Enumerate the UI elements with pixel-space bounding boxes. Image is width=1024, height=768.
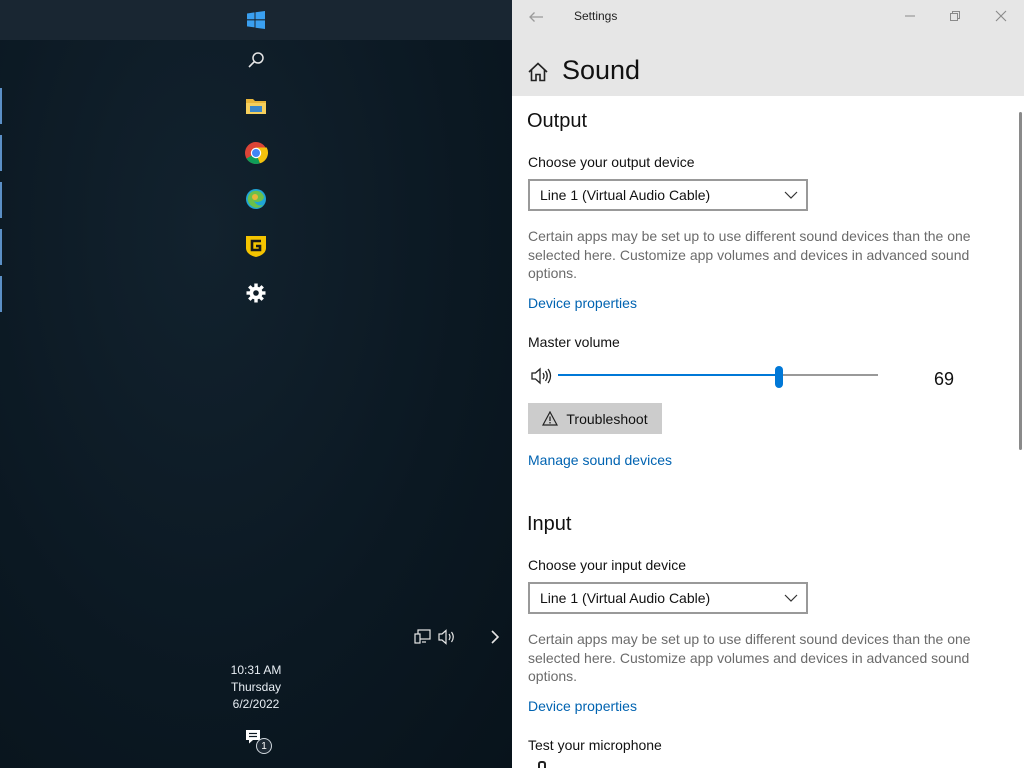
input-heading: Input (527, 513, 572, 535)
master-volume-label: Master volume (528, 334, 620, 350)
troubleshoot-button[interactable]: Troubleshoot (528, 403, 662, 434)
back-arrow-icon (529, 12, 543, 22)
input-description: Certain apps may be set up to use differ… (528, 631, 971, 684)
notification-badge: 1 (256, 738, 272, 754)
chevron-right-icon[interactable] (484, 626, 506, 648)
clock-date: 6/2/2022 (232, 697, 280, 711)
troubleshoot-label: Troubleshoot (566, 410, 648, 427)
restore-icon (950, 11, 960, 21)
close-button[interactable] (986, 6, 1016, 26)
clock-time: 10:31 AM (230, 663, 282, 677)
output-device-value: Line 1 (Virtual Audio Cable) (540, 187, 711, 203)
edge-indicator (0, 88, 2, 124)
volume-value: 69 (934, 369, 955, 389)
test-microphone-label: Test your microphone (528, 737, 662, 753)
network-icon[interactable] (412, 626, 434, 648)
desktop: 10:31 AM Thursday 6/2/2022 1 (0, 0, 512, 768)
edge-indicator (0, 182, 2, 218)
close-icon (995, 10, 1007, 22)
home-icon[interactable] (527, 61, 549, 83)
scrollbar[interactable] (1019, 112, 1022, 450)
output-heading: Output (527, 110, 588, 132)
page-title: Sound (562, 55, 641, 85)
maximize-button[interactable] (940, 6, 970, 26)
edge-indicator (0, 276, 2, 312)
microphone-icon (538, 761, 546, 768)
minimize-button[interactable] (895, 6, 925, 26)
chrome-icon[interactable] (240, 137, 272, 169)
master-volume-slider[interactable] (558, 366, 878, 388)
output-device-properties-link[interactable]: Device properties (528, 295, 637, 311)
input-device-label: Choose your input device (528, 557, 686, 573)
back-button[interactable] (524, 6, 548, 28)
warning-icon (542, 411, 559, 426)
input-device-value: Line 1 (Virtual Audio Cable) (540, 590, 711, 606)
input-device-dropdown[interactable]: Line 1 (Virtual Audio Cable) (528, 582, 808, 614)
settings-gear-icon[interactable] (240, 277, 272, 309)
system-tray (410, 626, 510, 650)
edge-indicator (0, 229, 2, 265)
edge-icon[interactable] (240, 183, 272, 215)
output-description: Certain apps may be set up to use differ… (528, 228, 971, 281)
volume-icon[interactable] (436, 626, 458, 648)
output-device-dropdown[interactable]: Line 1 (Virtual Audio Cable) (528, 179, 808, 211)
chevron-down-icon (784, 594, 798, 602)
minimize-icon (905, 15, 915, 17)
manage-sound-devices-link[interactable]: Manage sound devices (528, 452, 672, 468)
taskbar-clock[interactable]: 10:31 AM Thursday 6/2/2022 (206, 662, 306, 713)
guardian-g-icon[interactable] (240, 230, 272, 262)
input-device-properties-link[interactable]: Device properties (528, 698, 637, 714)
output-device-label: Choose your output device (528, 154, 695, 170)
search-icon[interactable] (240, 44, 272, 76)
slider-thumb[interactable] (774, 366, 783, 388)
action-center-button[interactable]: 1 (244, 728, 272, 756)
window-title: Settings (574, 9, 618, 23)
speaker-icon[interactable] (530, 366, 554, 386)
settings-window: Settings Sound Output Choose your output… (512, 0, 1024, 768)
slider-fill (558, 374, 779, 376)
clock-day: Thursday (230, 680, 282, 694)
edge-indicator (0, 135, 2, 171)
windows-start-icon[interactable] (240, 4, 272, 36)
chevron-down-icon (784, 191, 798, 199)
file-explorer-icon[interactable] (240, 90, 272, 122)
title-bar: Settings Sound (512, 0, 1024, 96)
